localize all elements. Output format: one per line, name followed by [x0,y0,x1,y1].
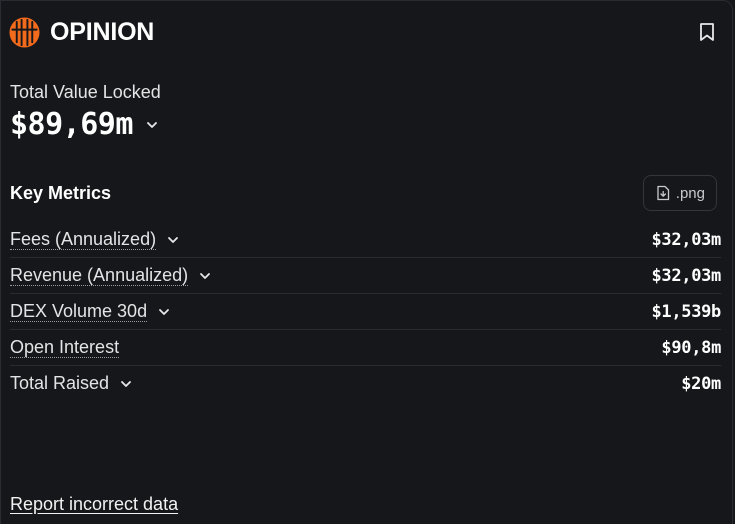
chevron-down-icon [168,236,178,243]
file-download-icon [657,185,669,201]
metric-row-fees: Fees (Annualized) $32,03m [10,222,721,258]
metric-row-revenue: Revenue (Annualized) $32,03m [10,258,721,294]
tvl-label: Total Value Locked [10,82,161,102]
metric-total-raised-toggle[interactable]: Total Raised [10,373,133,394]
key-metrics-list: Fees (Annualized) $32,03m Revenue (Annua… [10,222,721,401]
metric-label[interactable]: Fees (Annualized) [10,229,157,250]
metric-value: $90,8m [661,337,721,358]
metric-row-open-interest: Open Interest $90,8m [10,330,721,366]
export-png-button[interactable]: .png [642,175,717,211]
metric-value: $32,03m [651,229,721,250]
protocol-panel: OPINION Total Value Locked $89,69m Key M… [0,0,733,524]
metric-label: Total Raised [10,373,110,393]
chevron-down-icon [121,380,131,387]
export-png-label: .png [675,184,705,202]
metric-label[interactable]: DEX Volume 30d [10,301,148,322]
opinion-logo-icon [9,16,40,48]
metric-open-interest: Open Interest [10,337,120,358]
metric-value: $20m [681,373,721,394]
metric-fees-toggle[interactable]: Fees (Annualized) [10,229,180,250]
report-incorrect-data-link[interactable]: Report incorrect data [10,494,178,515]
metric-label[interactable]: Revenue (Annualized) [10,265,189,286]
metric-row-total-raised: Total Raised $20m [10,366,721,401]
chevron-down-icon [200,272,211,279]
metric-row-dex-volume: DEX Volume 30d $1,539b [10,294,721,330]
metric-revenue-toggle[interactable]: Revenue (Annualized) [10,265,212,286]
metric-dex-volume-toggle[interactable]: DEX Volume 30d [10,301,171,322]
protocol-name: OPINION [50,17,155,46]
key-metrics-title: Key Metrics [10,183,112,203]
protocol-header: OPINION [9,15,154,49]
tvl-value: $89,69m [10,107,133,142]
tvl-dropdown[interactable]: $89,69m [10,107,159,142]
metric-value: $32,03m [651,265,721,286]
metric-value: $1,539b [651,301,721,322]
chevron-down-icon [147,121,157,128]
chevron-down-icon [159,308,169,315]
metric-label[interactable]: Open Interest [10,337,120,358]
bookmark-icon[interactable] [698,22,716,42]
